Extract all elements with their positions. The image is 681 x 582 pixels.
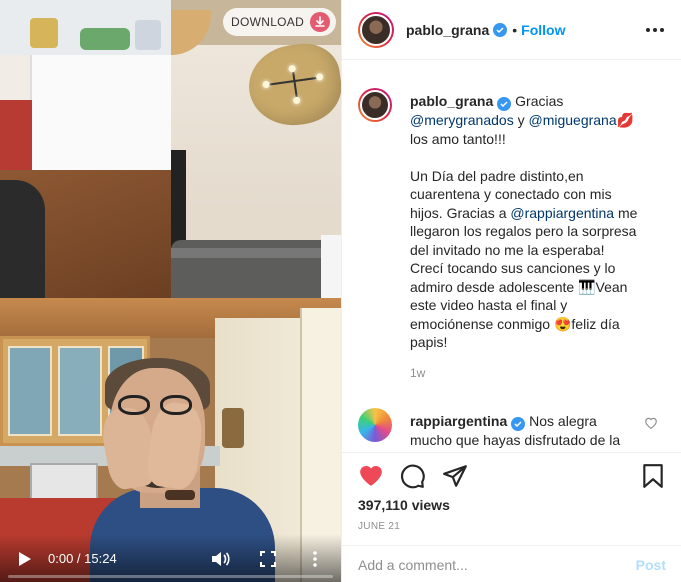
- mention-link[interactable]: @rappiargentina: [510, 205, 614, 221]
- caption-part: Gracias: [515, 93, 564, 109]
- video-tile-top-left: [0, 0, 171, 298]
- post-actions: 397,110 views JUNE 21 Post: [342, 452, 681, 582]
- fullscreen-icon[interactable]: [258, 550, 278, 568]
- views-count[interactable]: 397,110 views: [358, 497, 450, 513]
- bookmark-icon[interactable]: [642, 463, 668, 489]
- video-timecode: 0:00 / 15:24: [48, 551, 117, 566]
- post-button[interactable]: Post: [636, 557, 666, 573]
- video-progress-bar[interactable]: [8, 575, 333, 578]
- post-header: pablo_grana • Follow: [342, 0, 681, 60]
- caption-part: los amo tanto!!!: [410, 130, 506, 147]
- caption-part: me llegaron los regalos pero la sorpresa…: [410, 204, 638, 351]
- heart-icon[interactable]: [358, 463, 384, 489]
- follow-button[interactable]: Follow: [521, 22, 565, 38]
- comment-item: rappiargentina Nos alegra mucho que haya…: [342, 386, 681, 453]
- download-label: DOWNLOAD: [231, 15, 305, 29]
- post-panel: pablo_grana • Follow pablo_grana Gracias…: [341, 0, 681, 582]
- post-date[interactable]: JUNE 21: [358, 521, 400, 532]
- kiss-emoji: 💋: [616, 112, 635, 128]
- commenter-avatar[interactable]: [358, 407, 392, 442]
- like-comment-icon[interactable]: [644, 416, 658, 430]
- caption: pablo_grana Gracias @merygranados y @mig…: [342, 72, 681, 380]
- more-options-icon[interactable]: [308, 550, 322, 568]
- avatar[interactable]: [358, 11, 394, 48]
- comments-list[interactable]: pablo_grana Gracias @merygranados y @mig…: [342, 72, 681, 452]
- share-icon[interactable]: [442, 463, 468, 489]
- caption-text: pablo_grana Gracias @merygranados y @mig…: [410, 72, 638, 352]
- verified-badge-icon: [493, 22, 508, 37]
- header-separator: •: [512, 21, 518, 38]
- caption-timestamp[interactable]: 1w: [410, 366, 638, 380]
- comment-icon[interactable]: [400, 463, 426, 489]
- comment-input[interactable]: [358, 556, 636, 573]
- caption-username[interactable]: pablo_grana: [410, 93, 493, 109]
- play-icon[interactable]: [16, 550, 34, 568]
- caption-avatar[interactable]: [358, 88, 392, 122]
- mention-link[interactable]: @merygranados: [410, 112, 514, 128]
- video-controls: 0:00 / 15:24: [0, 534, 341, 582]
- caption-part: y: [513, 112, 529, 128]
- video-player[interactable]: DOWNLOAD 0:00 / 15:24: [0, 0, 341, 582]
- comment-username[interactable]: rappiargentina: [410, 413, 507, 429]
- add-comment-bar: Post: [342, 545, 681, 582]
- verified-badge-icon: [497, 97, 512, 111]
- header-username[interactable]: pablo_grana: [406, 22, 489, 38]
- verified-badge-icon: [511, 416, 526, 431]
- comment-text: rappiargentina Nos alegra mucho que haya…: [410, 386, 638, 453]
- more-options-icon[interactable]: [646, 22, 664, 38]
- video-tile-top-right: [171, 0, 341, 298]
- mention-link[interactable]: @miguegrana: [528, 112, 616, 128]
- download-button[interactable]: DOWNLOAD: [223, 8, 337, 36]
- download-icon: [310, 12, 331, 32]
- volume-icon[interactable]: [210, 550, 232, 568]
